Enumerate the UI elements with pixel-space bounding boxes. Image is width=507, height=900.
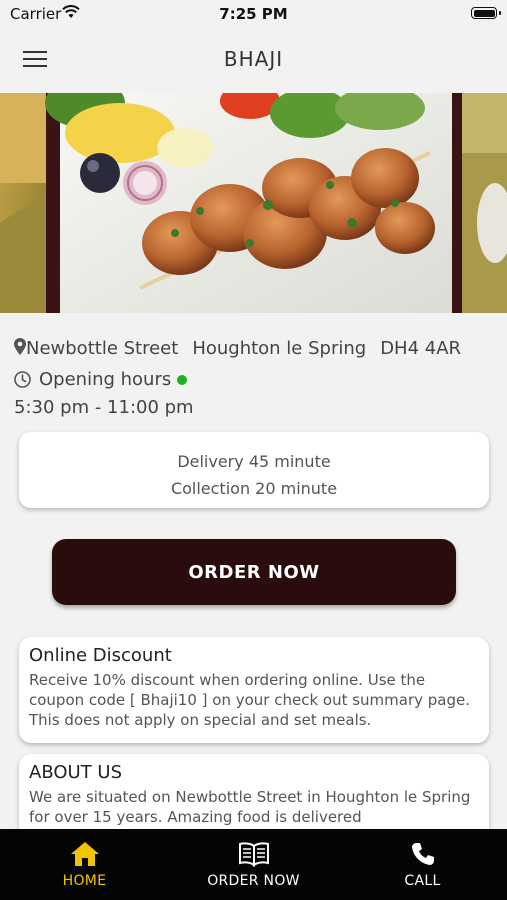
- location-pin-icon: [14, 338, 26, 355]
- delivery-times-card: Delivery 45 minute Collection 20 minute: [19, 432, 489, 508]
- tab-call-label: CALL: [404, 873, 441, 889]
- collection-time: Collection 20 minute: [170, 479, 338, 498]
- page-title: BHAJI: [223, 47, 284, 71]
- open-status-indicator: [177, 374, 188, 385]
- clock: 7:25 PM: [219, 5, 288, 23]
- home-icon: [70, 842, 99, 866]
- clock-icon: [14, 371, 31, 388]
- nav-bar: BHAJI: [0, 30, 507, 90]
- status-bar: Carrier 7:25 PM: [0, 0, 507, 30]
- address-postcode: DH4 4AR: [380, 338, 462, 359]
- tab-home-label: HOME: [62, 873, 107, 889]
- bottom-tab-bar: HOME ORDER NOW CALL: [0, 829, 507, 900]
- restaurant-address: Newbottle Street Houghton le Spring DH4 4A…: [14, 338, 461, 359]
- hero-image: [0, 93, 507, 313]
- discount-body: Receive 10% discount when ordering onlin…: [29, 671, 471, 729]
- tab-order-now[interactable]: ORDER NOW: [169, 829, 338, 900]
- order-now-button[interactable]: ORDER NOW: [52, 539, 456, 605]
- tab-home[interactable]: HOME: [0, 829, 169, 900]
- about-title: ABOUT US: [29, 762, 123, 783]
- tab-call[interactable]: CALL: [338, 829, 507, 900]
- battery-icon: [471, 7, 501, 19]
- opening-hours-label: Opening hours: [39, 369, 172, 390]
- food-photo: [0, 93, 507, 313]
- opening-hours-row: Opening hours: [14, 369, 188, 390]
- address-street: Newbottle Street: [26, 338, 179, 359]
- phone-icon: [411, 843, 434, 865]
- delivery-time: Delivery 45 minute: [177, 452, 331, 471]
- online-discount-card: Online Discount Receive 10% discount whe…: [19, 637, 489, 743]
- about-body: We are situated on Newbottle Street in H…: [29, 788, 471, 826]
- discount-title: Online Discount: [29, 645, 172, 666]
- opening-hours-time: 5:30 pm - 11:00 pm: [14, 397, 194, 418]
- address-town: Houghton le Spring: [192, 338, 367, 359]
- tab-order-now-label: ORDER NOW: [207, 873, 300, 889]
- menu-book-icon: [238, 842, 269, 867]
